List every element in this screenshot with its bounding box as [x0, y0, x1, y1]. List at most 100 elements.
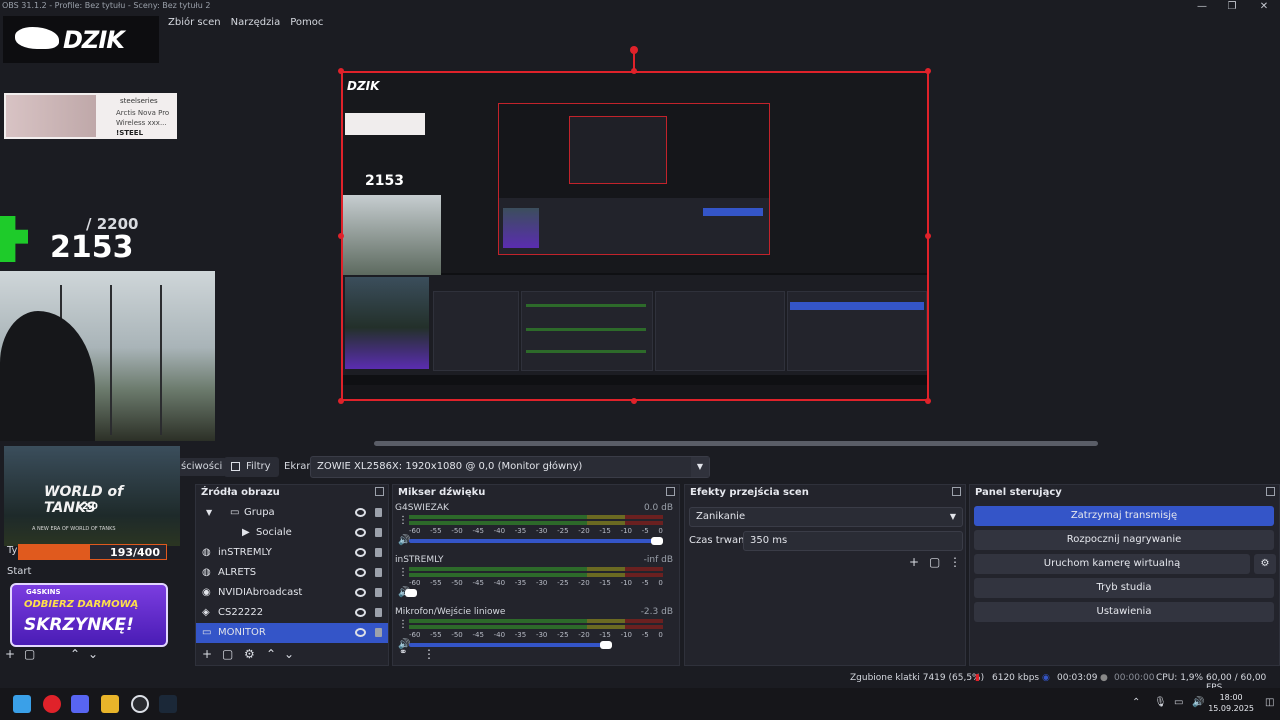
- screen-select[interactable]: ZOWIE XL2586X: 1920x1080 @ 0,0 (Monitor …: [310, 456, 710, 478]
- preview-scrollbar[interactable]: [374, 441, 1098, 446]
- source-row[interactable]: ◉ NVIDIAbroadcast: [196, 583, 388, 603]
- eye-icon[interactable]: [355, 528, 366, 537]
- source-row[interactable]: ◍ ALRETS: [196, 563, 388, 583]
- menu-tools[interactable]: Narzędzia: [231, 17, 281, 31]
- eye-icon[interactable]: [355, 628, 366, 637]
- menu-help[interactable]: Pomoc: [290, 17, 323, 31]
- undock-icon[interactable]: [666, 487, 675, 496]
- lock-icon[interactable]: [375, 608, 382, 617]
- undock-icon[interactable]: [1266, 487, 1275, 496]
- mic-icon[interactable]: 🎙: [1154, 697, 1167, 708]
- properties-button[interactable]: ściwości: [176, 458, 228, 476]
- eye-icon[interactable]: [355, 568, 366, 577]
- chevron-down-icon[interactable]: ⌄: [284, 647, 294, 661]
- clock[interactable]: 18:00 15.09.2025: [1208, 692, 1254, 714]
- tick-label: -20: [578, 631, 590, 639]
- volume-slider[interactable]: [409, 537, 663, 545]
- slider-knob[interactable]: [600, 641, 613, 649]
- rotation-handle[interactable]: [630, 46, 638, 54]
- tick-label: -15: [599, 579, 611, 587]
- slider-knob[interactable]: [651, 537, 663, 545]
- resize-handle-r[interactable]: [925, 233, 931, 239]
- tick-label: -10: [620, 631, 632, 639]
- trash-icon[interactable]: ▢: [24, 647, 35, 661]
- more-icon[interactable]: ⋮: [949, 555, 961, 569]
- lock-icon[interactable]: [375, 548, 382, 557]
- link-icon[interactable]: ⚭: [399, 647, 407, 658]
- discord-icon[interactable]: [71, 695, 89, 713]
- lock-icon[interactable]: [375, 628, 382, 637]
- slider-knob[interactable]: [404, 589, 417, 597]
- windows-start-icon[interactable]: [13, 695, 31, 713]
- steam-icon[interactable]: [159, 695, 177, 713]
- undock-icon[interactable]: [375, 487, 384, 496]
- add-scene-icon[interactable]: +: [5, 647, 15, 661]
- opera-icon[interactable]: [43, 695, 61, 713]
- start-virtual-camera-button[interactable]: Uruchom kamerę wirtualną: [974, 554, 1250, 574]
- chevron-up-icon[interactable]: ⌃: [1132, 697, 1140, 708]
- duration-spinbox[interactable]: 350 ms: [743, 531, 963, 551]
- more-icon[interactable]: ⋮: [398, 567, 408, 578]
- source-row[interactable]: ▼ ▭ Grupa: [196, 503, 388, 523]
- gear-icon[interactable]: ⚙: [1254, 554, 1276, 574]
- more-icon[interactable]: ⋮: [398, 619, 408, 630]
- minimize-button[interactable]: —: [1190, 0, 1214, 14]
- resize-handle-t[interactable]: [631, 68, 637, 74]
- chevron-down-icon[interactable]: ▼: [206, 503, 212, 523]
- notification-icon[interactable]: ◫: [1265, 697, 1274, 708]
- controls-title: Panel sterujący: [970, 485, 1279, 501]
- volume-slider[interactable]: [404, 589, 417, 597]
- transition-select[interactable]: Zanikanie ▼: [689, 507, 963, 527]
- menu-scene-collection[interactable]: Zbiór scen: [168, 17, 221, 31]
- start-recording-button[interactable]: Rozpocznij nagrywanie: [974, 530, 1274, 550]
- source-row[interactable]: ▶ Sociale: [196, 523, 388, 543]
- more-icon[interactable]: ⋮: [423, 647, 435, 661]
- obs-icon[interactable]: [131, 695, 149, 713]
- resize-handle-bl[interactable]: [338, 398, 344, 404]
- close-button[interactable]: ✕: [1252, 0, 1276, 14]
- mixer-channel: G4SWIEZAK 0.0 dB ⋮ -60 -55 -50 -45 -40 -35 -30 -25…: [393, 501, 679, 553]
- source-label: Sociale: [256, 527, 292, 538]
- source-row[interactable]: ◍ inSTREMLY: [196, 543, 388, 563]
- selected-source-frame[interactable]: DZIK 2153: [341, 71, 929, 401]
- more-icon[interactable]: ⋮: [398, 515, 408, 526]
- source-row[interactable]: ▭ MONITOR: [196, 623, 388, 643]
- wifi-icon[interactable]: ▭: [1174, 697, 1183, 708]
- settings-button[interactable]: Ustawienia: [974, 602, 1274, 622]
- undock-icon[interactable]: [952, 487, 961, 496]
- nested-red-frame: [498, 103, 770, 255]
- resize-handle-b[interactable]: [631, 398, 637, 404]
- maximize-button[interactable]: ❐: [1220, 0, 1244, 14]
- file-explorer-icon[interactable]: [101, 695, 119, 713]
- gear-icon[interactable]: ⚙: [244, 647, 255, 661]
- stop-stream-button[interactable]: Zatrzymaj transmisję: [974, 506, 1274, 526]
- boar-icon: [15, 27, 59, 49]
- trash-icon[interactable]: ▢: [222, 647, 233, 661]
- add-source-icon[interactable]: +: [202, 647, 212, 661]
- eye-icon[interactable]: [355, 508, 366, 517]
- eye-icon[interactable]: [355, 548, 366, 557]
- lock-icon[interactable]: [375, 508, 382, 517]
- resize-handle-tl[interactable]: [338, 68, 344, 74]
- lock-icon[interactable]: [375, 568, 382, 577]
- eye-icon[interactable]: [355, 608, 366, 617]
- lock-icon[interactable]: [375, 528, 382, 537]
- tick-label: -25: [557, 579, 569, 587]
- studio-mode-button[interactable]: Tryb studia: [974, 578, 1274, 598]
- volume-icon[interactable]: 🔊: [1192, 697, 1204, 708]
- resize-handle-l[interactable]: [338, 233, 344, 239]
- add-transition-icon[interactable]: +: [909, 555, 919, 569]
- volume-meter: [409, 625, 663, 629]
- lock-icon[interactable]: [375, 588, 382, 597]
- chevron-up-icon[interactable]: ⌃: [266, 647, 276, 661]
- chevron-down-icon[interactable]: ⌄: [88, 647, 98, 661]
- chevron-up-icon[interactable]: ⌃: [70, 647, 80, 661]
- trash-icon[interactable]: ▢: [929, 555, 940, 569]
- resize-handle-br[interactable]: [925, 398, 931, 404]
- sources-dock: Źródła obrazu ▼ ▭ Grupa ▶ Sociale ◍ inSTREMLY ◍…: [195, 484, 389, 666]
- eye-icon[interactable]: [355, 588, 366, 597]
- screen-select-value: ZOWIE XL2586X: 1920x1080 @ 0,0 (Monitor …: [317, 461, 583, 472]
- filters-button[interactable]: Filtry: [224, 457, 279, 477]
- resize-handle-tr[interactable]: [925, 68, 931, 74]
- source-row[interactable]: ◈ CS22222: [196, 603, 388, 623]
